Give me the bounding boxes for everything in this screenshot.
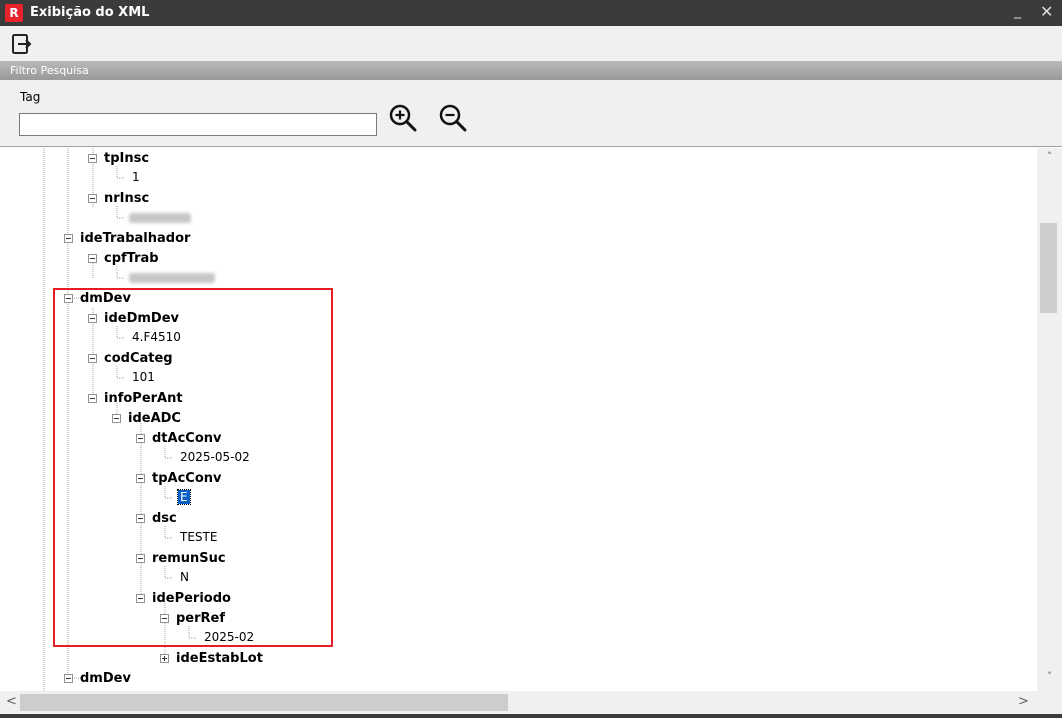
minimize-button[interactable]: _: [1014, 3, 1021, 19]
vertical-scrollbar[interactable]: ˄ ˅: [1037, 148, 1062, 691]
vertical-scroll-thumb[interactable]: [1040, 223, 1057, 313]
zoom-out-button[interactable]: [438, 103, 468, 133]
zoom-in-button[interactable]: [388, 103, 418, 133]
tree-leaf-tpacconv-value-selected[interactable]: E: [177, 489, 191, 505]
window-bottom-border: [0, 714, 1062, 718]
node-label: codCateg: [104, 351, 173, 366]
horizontal-scroll-thumb[interactable]: [20, 694, 508, 711]
collapse-icon[interactable]: [136, 474, 145, 483]
node-label: tpAcConv: [152, 471, 222, 486]
node-label: cpfTrab: [104, 251, 159, 266]
exit-icon: [12, 34, 32, 54]
tree-leaf-perref-value[interactable]: 2025-02: [204, 630, 254, 644]
node-label: ideDmDev: [104, 311, 179, 326]
node-label: dmDev: [80, 291, 131, 306]
scroll-left-button[interactable]: <: [6, 694, 17, 709]
tag-label: Tag: [20, 90, 41, 104]
node-label: tpInsc: [104, 151, 150, 166]
collapse-icon[interactable]: [88, 394, 97, 403]
collapse-icon[interactable]: [136, 434, 145, 443]
collapse-icon[interactable]: [88, 314, 97, 323]
title-bar: R Exibição do XML _ ✕: [0, 0, 1062, 26]
collapse-icon[interactable]: [64, 294, 73, 303]
node-label: ideEstabLot: [176, 651, 263, 666]
close-button[interactable]: ✕: [1040, 2, 1053, 21]
filter-section-header: Filtro Pesquisa: [0, 61, 1062, 80]
window-title: Exibição do XML: [30, 5, 150, 20]
node-label: dsc: [152, 511, 177, 526]
tree-leaf-dsc-value[interactable]: TESTE: [180, 530, 217, 544]
tag-search-input[interactable]: [19, 113, 377, 136]
node-label: ideADC: [128, 411, 181, 426]
node-label: perRef: [176, 611, 226, 626]
collapse-icon[interactable]: [160, 614, 169, 623]
redacted-value: [129, 213, 191, 223]
scrollbar-corner: [1037, 691, 1062, 714]
collapse-icon[interactable]: [64, 674, 73, 683]
collapse-icon[interactable]: [136, 594, 145, 603]
exit-button[interactable]: [10, 32, 34, 56]
node-label: dtAcConv: [152, 431, 222, 446]
toolbar: [0, 26, 1062, 61]
collapse-icon[interactable]: [136, 514, 145, 523]
app-logo-icon: R: [5, 4, 23, 22]
zoom-out-icon: [439, 104, 467, 132]
node-label: idePeriodo: [152, 591, 231, 606]
collapse-icon[interactable]: [88, 154, 97, 163]
scroll-down-button[interactable]: ˅: [1037, 670, 1062, 688]
collapse-icon[interactable]: [88, 254, 97, 263]
xml-tree-view[interactable]: tpInsc 1 nrInsc ideTrabalhador cpfTrab d…: [4, 148, 1062, 691]
tree-leaf-dtacconv-value[interactable]: 2025-05-02: [180, 450, 250, 464]
tree-leaf-tpinsc-value[interactable]: 1: [132, 170, 140, 184]
collapse-icon[interactable]: [88, 194, 97, 203]
node-label: nrInsc: [104, 191, 150, 206]
tree-leaf-codcateg-value[interactable]: 101: [132, 370, 155, 384]
zoom-in-icon: [389, 104, 417, 132]
filter-panel: Tag: [0, 80, 1062, 147]
horizontal-scrollbar[interactable]: < >: [0, 691, 1037, 714]
node-label: infoPerAnt: [104, 391, 183, 406]
node-label: dmDev: [80, 671, 131, 686]
tree-leaf-remunsuc-value[interactable]: N: [180, 570, 189, 584]
expand-icon[interactable]: [160, 654, 169, 663]
node-label: remunSuc: [152, 551, 226, 566]
collapse-icon[interactable]: [136, 554, 145, 563]
tree-leaf-idedmdev-value[interactable]: 4.F4510: [132, 330, 181, 344]
redacted-value: [129, 273, 215, 283]
collapse-icon[interactable]: [64, 234, 73, 243]
node-label: ideTrabalhador: [80, 231, 191, 246]
collapse-icon[interactable]: [88, 354, 97, 363]
collapse-icon[interactable]: [112, 414, 121, 423]
scroll-right-button[interactable]: >: [1018, 694, 1029, 709]
scroll-up-button[interactable]: ˄: [1037, 150, 1062, 168]
